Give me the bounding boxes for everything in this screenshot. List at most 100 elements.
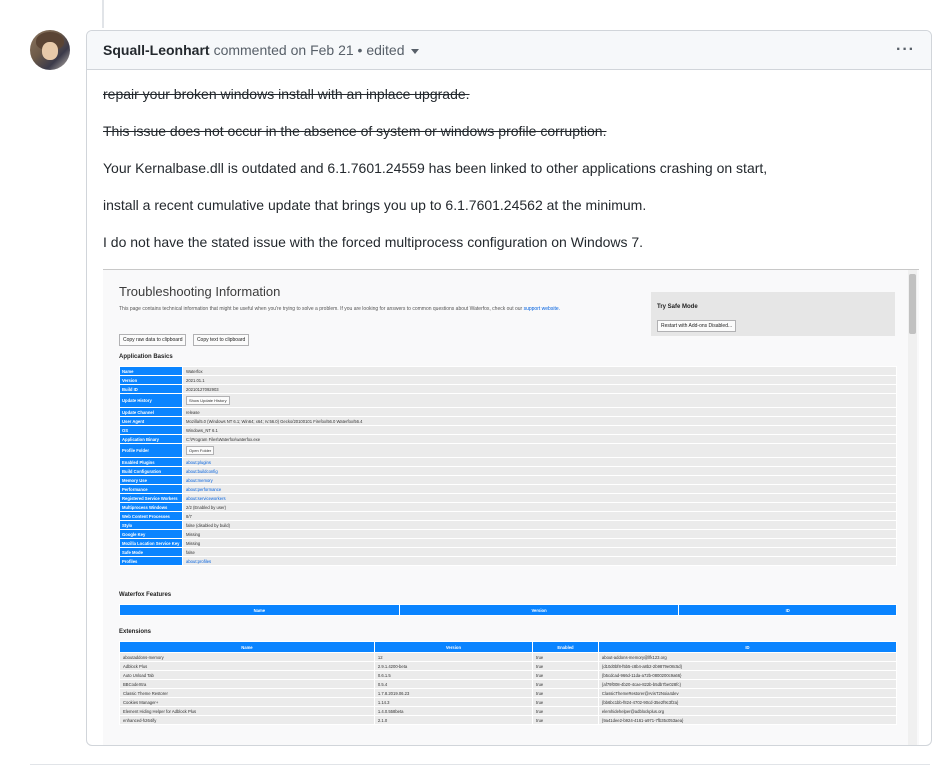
ti-desc-text: This page contains technical information…: [119, 306, 523, 312]
app-basics-row: Multiprocess Windows 2/2 (Enabled by user…: [119, 502, 897, 512]
extension-cell: 1.14.3: [373, 697, 534, 707]
table-action-button[interactable]: Show Update History: [186, 396, 230, 405]
extension-row: Auto Unload Tab 0.6.1.5 true {b5cdcad-966d-…: [119, 670, 898, 680]
extension-cell: {af79f008-4b20-4cae-822b-b5db7be028fc}: [597, 679, 898, 689]
app-basics-row: Update History Show Update History: [119, 393, 897, 408]
app-basics-row: OS Windows_NT 6.1: [119, 425, 897, 435]
extension-cell: ClassicThemeRestorer@ArisT2Noia4dev: [597, 688, 898, 698]
author-link[interactable]: Squall-Leonhart: [103, 42, 210, 58]
extension-cell: Classic Theme Restorer: [119, 688, 375, 698]
features-col-header: ID: [678, 604, 897, 616]
app-basics-row: Enabled Plugins about:plugins: [119, 457, 897, 467]
comment-body: repair your broken windows install with …: [87, 70, 931, 252]
app-basics-key: User Agent: [119, 416, 183, 426]
copy-raw-button[interactable]: Copy raw data to clipboard: [119, 334, 187, 346]
app-basics-value: C:\Program Files\Waterfox\waterfox.exe: [182, 434, 897, 444]
comment-paragraph: Your Kernalbase.dll is outdated and 6.1.…: [103, 160, 768, 176]
app-basics-key: Performance: [119, 484, 183, 494]
app-basics-key: Mozilla Location Service Key: [119, 538, 183, 548]
extension-cell: 0.6.1.5: [373, 670, 534, 680]
table-action-button[interactable]: Open Folder: [186, 446, 215, 455]
edited-dropdown[interactable]: edited: [366, 42, 419, 58]
app-basics-heading: Application Basics: [119, 354, 173, 360]
app-basics-row: Memory Use about:memory: [119, 475, 897, 485]
app-basics-value: about:performance: [182, 484, 897, 494]
extension-row: Element Hiding Helper for Adblock Plus 1.…: [119, 706, 898, 716]
chevron-down-icon: [410, 48, 419, 54]
extension-cell: elemhidehelper@adblockplus.org: [597, 706, 898, 716]
app-basics-value: about:profiles: [182, 556, 897, 566]
app-basics-key: Build ID: [119, 384, 183, 394]
extension-cell: true: [532, 661, 599, 671]
app-basics-row: Profiles about:profiles: [119, 556, 897, 566]
app-basics-row: Update Channel release: [119, 407, 897, 417]
table-link[interactable]: about:memory: [186, 478, 213, 483]
app-basics-key: Stylo: [119, 520, 183, 530]
app-basics-value: about:plugins: [182, 457, 897, 467]
app-basics-key: Application Binary: [119, 434, 183, 444]
app-basics-value: about:buildconfig: [182, 466, 897, 476]
table-link[interactable]: about:buildconfig: [186, 469, 218, 474]
table-link[interactable]: about:plugins: [186, 460, 211, 465]
copy-text-button[interactable]: Copy text to clipboard: [192, 334, 250, 346]
screenshot-scrollbar: [908, 270, 917, 745]
extension-cell: 2.1.0: [373, 715, 534, 725]
extension-cell: 1.4.0.558beta: [373, 706, 534, 716]
app-basics-value: 8/7: [182, 511, 897, 521]
app-basics-row: Build Configuration about:buildconfig: [119, 466, 897, 476]
app-basics-row: Name Waterfox: [119, 366, 897, 376]
avatar-face: [42, 42, 58, 60]
extension-cell: 1.7.8.2019.06.23: [373, 688, 534, 698]
extension-cell: 2.9.1.4200-beta: [373, 661, 534, 671]
app-basics-value: Missing: [182, 538, 897, 548]
ti-copy-buttons: Copy raw data to clipboard Copy text to …: [119, 328, 251, 346]
comment: Squall-Leonhart commented on Feb 21 • ed…: [86, 30, 932, 746]
app-basics-value: Missing: [182, 529, 897, 539]
extension-cell: Element Hiding Helper for Adblock Plus: [119, 706, 375, 716]
safe-mode-panel: Try Safe Mode Restart with Add-ons Disab…: [651, 292, 895, 336]
extension-row: Cookies Manager+ 1.14.3 true {bb6bc1bb-f824…: [119, 697, 898, 707]
features-col-header: Version: [398, 604, 680, 616]
app-basics-value: false (disabled by build): [182, 520, 897, 530]
safe-mode-title: Try Safe Mode: [657, 304, 698, 310]
extension-cell: true: [532, 715, 599, 725]
comment-paragraph: repair your broken windows install with …: [103, 86, 470, 102]
app-basics-key: Profile Folder: [119, 443, 183, 458]
extension-cell: {bb6bc1bb-f824-4702-90cd-35e2f9c3f2a}: [597, 697, 898, 707]
extension-cell: BBCodeXtra: [119, 679, 375, 689]
table-link[interactable]: about:serviceworkers: [186, 496, 226, 501]
extension-cell: true: [532, 697, 599, 707]
extension-row: enhanced-h264ify 2.1.0 true {9a41dee2-b924-…: [119, 715, 898, 725]
app-basics-key: Profiles: [119, 556, 183, 566]
extensions-heading: Extensions: [119, 629, 152, 635]
app-basics-row: Safe Mode false: [119, 547, 897, 557]
features-heading: Waterfox Features: [119, 592, 172, 598]
restart-addons-disabled-button[interactable]: Restart with Add-ons Disabled...: [657, 320, 737, 332]
app-basics-key: Memory Use: [119, 475, 183, 485]
author-avatar[interactable]: [30, 30, 70, 70]
screenshot-scroll-thumb: [909, 274, 916, 334]
comment-header: Squall-Leonhart commented on Feb 21 • ed…: [87, 31, 931, 70]
app-basics-value: Waterfox: [182, 366, 897, 376]
extension-cell: 12: [373, 652, 534, 662]
table-link[interactable]: about:profiles: [186, 559, 211, 564]
app-basics-value: Mozilla/5.0 (Windows NT 6.1; Win64; x64;…: [182, 416, 897, 426]
extension-cell: true: [532, 679, 599, 689]
app-basics-value: Open Folder: [182, 443, 897, 458]
app-basics-value: Windows_NT 6.1: [182, 425, 897, 435]
comment-paragraph: install a recent cumulative update that …: [103, 197, 647, 213]
comment-paragraph: I do not have the stated issue with the …: [103, 234, 644, 250]
features-table: Name Version ID: [119, 604, 897, 616]
extensions-table: Name Version Enabled ID aboutaddons-memory 12…: [119, 641, 898, 725]
extension-cell: {b5cdcad-966d-11da-a72b-0800200c9a66}: [597, 670, 898, 680]
app-basics-value: release: [182, 407, 897, 417]
ti-support-link[interactable]: support website.: [524, 306, 560, 312]
extension-cell: {9a41dee2-b924-4161-a971-7fb35c053aea}: [597, 715, 898, 725]
table-link[interactable]: about:performance: [186, 487, 221, 492]
extensions-col-header: Enabled: [532, 641, 599, 653]
more-options-button[interactable]: ···: [896, 41, 915, 59]
extension-cell: true: [532, 652, 599, 662]
extension-row: Classic Theme Restorer 1.7.8.2019.06.23 tr…: [119, 688, 898, 698]
app-basics-row: Mozilla Location Service Key Missing: [119, 538, 897, 548]
comment-date[interactable]: Feb 21: [310, 42, 354, 58]
